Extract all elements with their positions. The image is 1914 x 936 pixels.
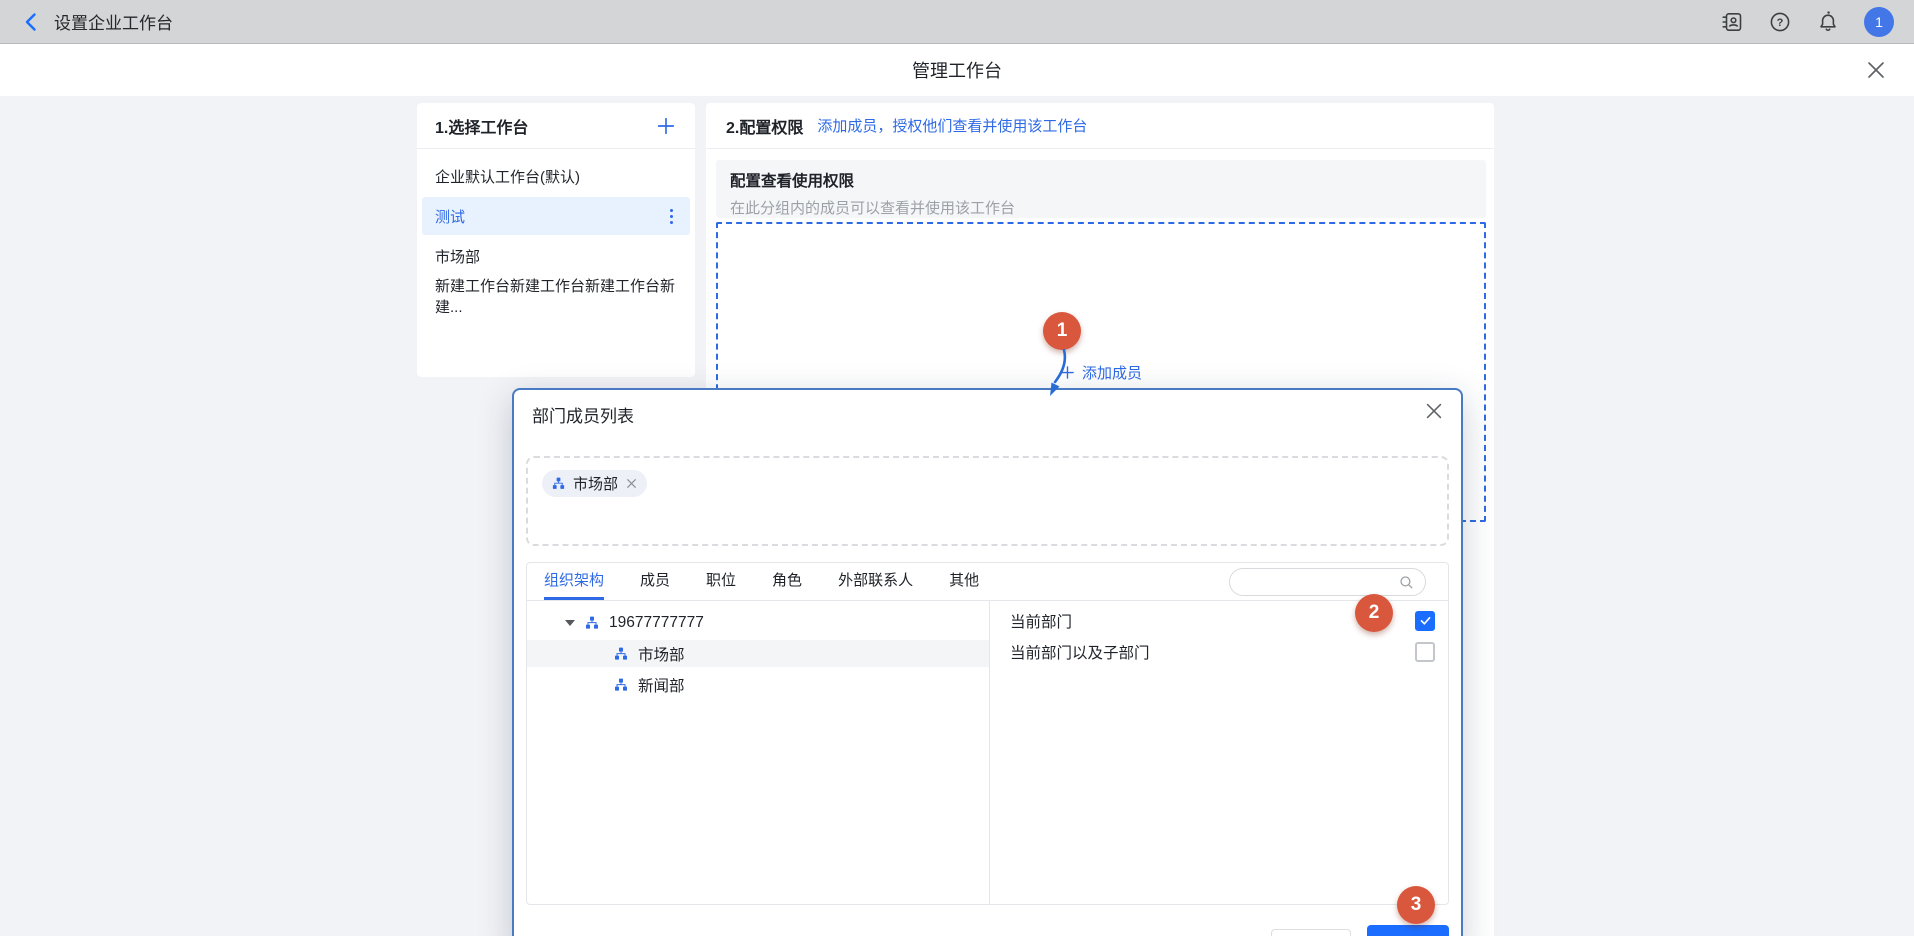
tab-others[interactable]: 其他 [949, 563, 979, 600]
view-permission-section: 配置查看使用权限 在此分组内的成员可以查看并使用该工作台 [716, 160, 1486, 218]
page-header: 管理工作台 [0, 44, 1914, 96]
cancel-button[interactable] [1271, 929, 1351, 936]
workspace-panel: 1.选择工作台 企业默认工作台(默认) 测试 市场部 新建工作台新建工作台新建工… [417, 103, 695, 377]
workspace-item-test[interactable]: 测试 [422, 197, 690, 235]
section-description: 在此分组内的成员可以查看并使用该工作台 [730, 197, 1472, 218]
org-tree: 19677777777 市场部 [527, 601, 990, 905]
bell-icon[interactable] [1816, 10, 1840, 34]
more-options-icon[interactable] [666, 205, 677, 228]
modal-title: 部门成员列表 [532, 402, 634, 427]
page-title: 管理工作台 [0, 44, 1914, 96]
topbar-title: 设置企业工作台 [54, 9, 173, 34]
option-current-and-sub: 当前部门以及子部门 [990, 636, 1448, 667]
workspace-panel-title: 1.选择工作台 [435, 114, 528, 138]
contacts-icon[interactable] [1720, 10, 1744, 34]
add-workspace-button[interactable] [655, 115, 677, 137]
step-badge-1: 1 [1043, 312, 1081, 350]
tree-node-news[interactable]: 新闻部 [527, 671, 989, 698]
org-tree-icon [613, 646, 629, 662]
department-member-modal: 部门成员列表 市场部 组织架构 成员 [512, 388, 1463, 936]
help-icon[interactable]: ? [1768, 10, 1792, 34]
permission-panel-title: 2.配置权限 [726, 114, 803, 138]
workspace-item-market[interactable]: 市场部 [422, 237, 690, 275]
checkbox-current-and-sub[interactable] [1415, 642, 1435, 662]
scope-options: 当前部门 当前部门以及子部门 [990, 601, 1448, 905]
picker-tabs: 组织架构 成员 职位 角色 外部联系人 其他 [527, 563, 1448, 601]
search-input[interactable] [1229, 568, 1426, 596]
tree-node-root[interactable]: 19677777777 [527, 609, 989, 636]
tab-roles[interactable]: 角色 [772, 563, 802, 600]
workspace-item-new[interactable]: 新建工作台新建工作台新建工作台新建... [422, 277, 690, 315]
modal-close-icon[interactable] [1423, 400, 1445, 422]
org-tree-icon [613, 677, 629, 693]
step-badge-2: 2 [1355, 594, 1393, 632]
permission-panel-subtitle: 添加成员，授权他们查看并使用该工作台 [817, 115, 1087, 136]
caret-down-icon[interactable] [565, 620, 575, 626]
tab-org-structure[interactable]: 组织架构 [544, 563, 604, 600]
org-tree-icon [584, 615, 600, 631]
check-icon [1419, 614, 1432, 627]
tab-members[interactable]: 成员 [640, 563, 670, 600]
tree-node-market[interactable]: 市场部 [527, 640, 989, 667]
tab-external-contacts[interactable]: 外部联系人 [838, 563, 913, 600]
top-bar: 设置企业工作台 ? 1 [0, 0, 1914, 44]
search-icon [1398, 574, 1415, 591]
svg-text:?: ? [1777, 17, 1784, 29]
selected-members-box: 市场部 [526, 456, 1449, 546]
step-badge-3: 3 [1397, 886, 1435, 924]
modal-footer [514, 925, 1461, 936]
back-chevron-icon [20, 10, 44, 34]
checkbox-current-department[interactable] [1415, 611, 1435, 631]
step-arrow-icon [1036, 349, 1076, 397]
selected-chip-market[interactable]: 市场部 [542, 470, 647, 497]
page-close-icon[interactable] [1864, 58, 1888, 82]
confirm-button[interactable] [1367, 925, 1449, 936]
org-tree-icon [551, 476, 566, 491]
member-picker: 组织架构 成员 职位 角色 外部联系人 其他 [526, 562, 1449, 905]
app-window: 设置企业工作台 ? 1 管理工作台 [0, 0, 1914, 936]
back-button[interactable]: 设置企业工作台 [20, 9, 173, 34]
avatar[interactable]: 1 [1864, 7, 1894, 37]
section-title: 配置查看使用权限 [730, 169, 1472, 191]
chip-remove-icon[interactable] [625, 477, 638, 490]
tab-positions[interactable]: 职位 [706, 563, 736, 600]
workspace-item-default[interactable]: 企业默认工作台(默认) [422, 157, 690, 195]
